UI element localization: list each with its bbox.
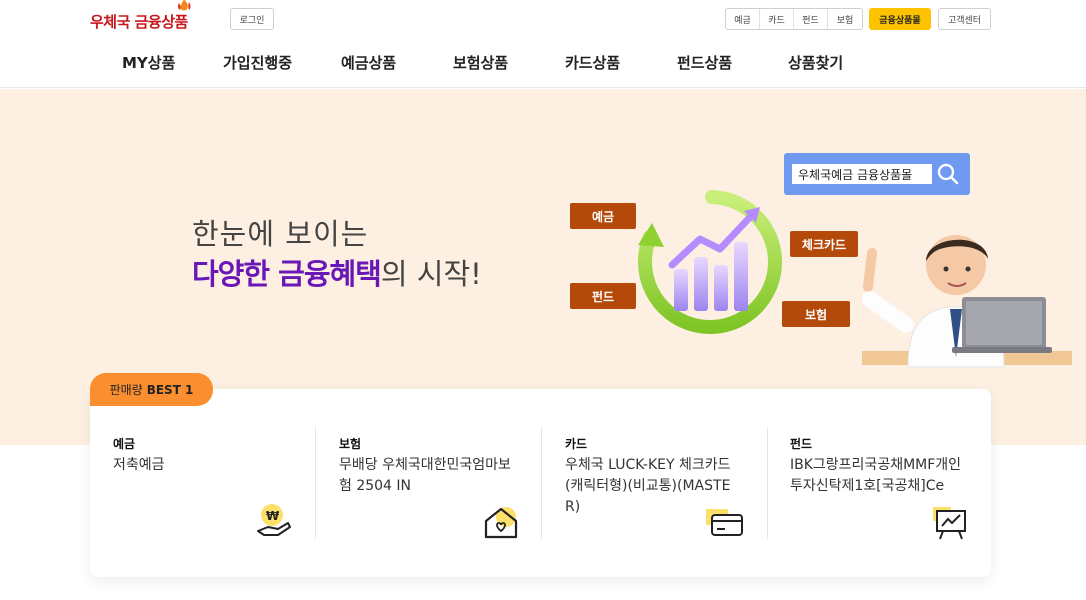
nav-item-product-search[interactable]: 상품찾기 [788, 52, 843, 73]
best-item-fund[interactable]: 펀드 IBK그랑프리국공채MMF개인투자신탁제1호[국공채]Ce [767, 427, 992, 540]
best-item-category: 카드 [565, 437, 588, 451]
customer-center-button[interactable]: 고객센터 [938, 8, 991, 30]
best-item-name[interactable]: 무배당 우체국대한민국엄마보험 2504 IN [339, 455, 519, 497]
house-heart-icon [484, 507, 518, 539]
hero-tag-fund: 펀드 [570, 283, 636, 309]
best-badge-prefix: 판매량 [109, 383, 143, 397]
logo-text: 우체국 금융상품 [90, 13, 188, 31]
login-button[interactable]: 로그인 [230, 8, 274, 30]
financial-mall-button[interactable]: 금융상품몰 [869, 8, 931, 30]
hero-search-input[interactable]: 우체국예금 금융상품몰 [792, 164, 932, 184]
hero-tag-insurance: 보험 [782, 301, 850, 327]
utility-links: 예금 카드 펀드 보험 [725, 8, 863, 30]
nav-item-my-products[interactable]: MY상품 [122, 52, 175, 73]
nav-item-fund[interactable]: 펀드상품 [677, 52, 732, 73]
best-item-category: 예금 [113, 437, 136, 451]
best-item-category: 펀드 [790, 437, 813, 451]
hero-tag-deposit: 예금 [570, 203, 636, 229]
best-badge-strong: BEST 1 [146, 382, 194, 397]
svg-text:₩: ₩ [266, 509, 280, 523]
nav-item-card[interactable]: 카드상품 [565, 52, 620, 73]
hero-tag-checkcard: 체크카드 [790, 231, 858, 257]
best-item-card[interactable]: 카드 우체국 LUCK-KEY 체크카드(캐릭터형)(비교통)(MASTER) [542, 427, 767, 539]
chart-board-icon [933, 507, 966, 540]
hero-headline-1: 한눈에 보이는 [192, 217, 369, 251]
hero-headline-2: 다양한 금융혜택의 시작! [192, 251, 482, 293]
money-hand-icon: ₩ [257, 504, 291, 536]
nav-item-deposit[interactable]: 예금상품 [341, 52, 396, 73]
top-bar: 우체국 금융상품 로그인 예금 카드 펀드 보험 금융상품몰 고객센터 [0, 0, 1086, 40]
main-navigation: MY상품 가입진행중 예금상품 보험상품 카드상품 펀드상품 상품찾기 [0, 40, 1086, 88]
best-seller-badge: 판매량 BEST 1 [90, 373, 213, 406]
best-item-name[interactable]: 저축예금 [113, 455, 293, 476]
banker-character-icon [862, 235, 1072, 368]
hero-emphasis: 다양한 금융혜택 [192, 257, 382, 291]
utility-link-card[interactable]: 카드 [760, 9, 794, 29]
utility-link-fund[interactable]: 펀드 [794, 9, 828, 29]
best-products-card: 예금 저축예금 ₩ 보험 무배당 우체국대한민국엄마보험 2504 IN 카드 … [90, 389, 991, 577]
hero-search-box: 우체국예금 금융상품몰 [784, 153, 970, 195]
utility-link-deposit[interactable]: 예금 [726, 9, 760, 29]
flame-icon [177, 0, 191, 11]
best-item-name[interactable]: IBK그랑프리국공채MMF개인투자신탁제1호[국공채]Ce [790, 455, 970, 497]
nav-item-in-progress[interactable]: 가입진행중 [223, 52, 292, 73]
nav-item-insurance[interactable]: 보험상품 [453, 52, 508, 73]
growth-chart-icon [638, 190, 782, 334]
best-item-insurance[interactable]: 보험 무배당 우체국대한민국엄마보험 2504 IN [316, 427, 541, 539]
best-item-deposit[interactable]: 예금 저축예금 ₩ [90, 427, 315, 539]
utility-link-insurance[interactable]: 보험 [828, 9, 862, 29]
search-icon[interactable] [936, 162, 960, 186]
card-icon [706, 509, 743, 536]
hero-headline-rest: 의 시작! [380, 257, 482, 291]
best-item-category: 보험 [339, 437, 362, 451]
logo[interactable]: 우체국 금융상품 [90, 0, 191, 32]
